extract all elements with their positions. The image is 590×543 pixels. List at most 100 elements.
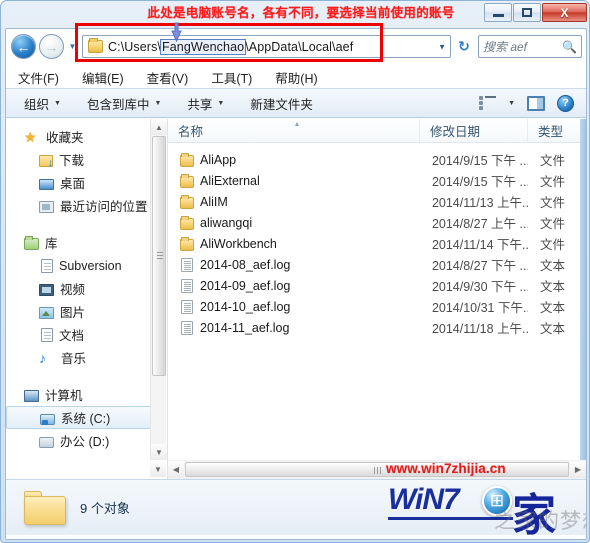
file-name: 2014-11_aef.log — [200, 320, 290, 335]
title-bar: 此处是电脑账号名，各有不同，要选择当前使用的账号 X — [1, 1, 590, 28]
search-icon: 🔍 — [562, 39, 577, 54]
table-row[interactable]: AliIM 2014/11/13 上午... 文件 — [168, 191, 586, 212]
sidebar-item-drive-d[interactable]: 办公 (D:) — [6, 429, 167, 452]
file-list-vertical-scrollbar[interactable] — [580, 119, 586, 460]
file-name: 2014-08_aef.log — [200, 257, 291, 272]
include-in-library-button[interactable]: 包含到库中 ▼ — [87, 94, 161, 113]
address-input[interactable]: C:\Users\ FangWenchao \AppData\Local\aef ▼ — [82, 35, 451, 58]
scroll-right-icon[interactable]: ▶ — [570, 461, 586, 478]
scroll-left-icon[interactable]: ◀ — [168, 461, 184, 478]
menu-item-file[interactable]: 文件(F) — [14, 66, 68, 89]
menu-item-view[interactable]: 查看(V) — [143, 66, 198, 89]
maximize-button[interactable] — [513, 3, 541, 22]
watermark-logo-text: WiN7 — [388, 483, 460, 516]
sidebar-item-label: 音乐 — [61, 352, 87, 366]
scroll-down-icon[interactable]: ▼ — [151, 444, 167, 460]
recent-places-icon — [39, 200, 54, 213]
preview-pane-icon[interactable] — [527, 95, 545, 111]
file-date-cell: 2014/11/14 下午... — [431, 238, 528, 252]
file-name: aliwangqi — [200, 215, 253, 230]
file-date-cell: 2014/9/15 下午 ... — [431, 175, 528, 189]
sidebar-item-desktop[interactable]: 桌面 — [6, 171, 167, 194]
table-row[interactable]: AliExternal 2014/9/15 下午 ... 文件 — [168, 170, 586, 191]
table-row[interactable]: 2014-09_aef.log 2014/9/30 下午 ... 文本 — [168, 275, 586, 296]
column-label: 名称 — [178, 125, 204, 139]
document-icon — [41, 259, 53, 273]
table-row[interactable]: AliWorkbench 2014/11/14 下午... 文件 — [168, 233, 586, 254]
file-name-cell[interactable]: 2014-10_aef.log — [168, 299, 420, 314]
folder-icon — [180, 152, 194, 167]
sidebar-item-documents[interactable]: 文档 — [6, 323, 167, 346]
share-button[interactable]: 共享 ▼ — [187, 94, 224, 113]
file-list-horizontal-scrollbar[interactable]: ◀ ▶ — [168, 460, 586, 479]
sidebar-item-drive-c[interactable]: 系统 (C:) — [6, 406, 159, 429]
scrollbar-thumb[interactable] — [185, 462, 569, 477]
table-row[interactable]: 2014-11_aef.log 2014/11/18 上午... 文本 — [168, 317, 586, 338]
navigation-pane-scroll-footer: ▼ — [6, 460, 168, 479]
libraries-group: 库 Subversion 视频 图片 文档 ♪ 音乐 — [6, 231, 167, 369]
view-list-icon[interactable] — [479, 96, 497, 110]
refresh-icon[interactable]: ↻ — [453, 35, 475, 58]
sidebar-item-label: 库 — [45, 237, 58, 251]
sidebar-item-subversion[interactable]: Subversion — [6, 254, 167, 277]
sidebar-item-favorites[interactable]: ★ 收藏夹 — [6, 125, 167, 148]
scroll-down-icon[interactable]: ▼ — [150, 461, 166, 477]
log-file-icon — [181, 321, 193, 335]
history-dropdown-icon[interactable]: ▼ — [65, 42, 80, 51]
minimize-button[interactable] — [484, 3, 512, 22]
watermark-logo: WiN7 ⊞ 家 之家的梦想 — [386, 479, 586, 535]
column-header-type[interactable]: 类型 — [528, 119, 586, 142]
organize-button[interactable]: 组织 ▼ — [24, 94, 61, 113]
annotation-account-name: 此处是电脑账号名，各有不同，要选择当前使用的账号 — [147, 6, 455, 20]
new-folder-button[interactable]: 新建文件夹 — [250, 94, 313, 113]
sidebar-item-label: 文档 — [59, 329, 85, 343]
favorites-group: ★ 收藏夹 下载 桌面 最近访问的位置 — [6, 125, 167, 217]
table-row[interactable]: aliwangqi 2014/8/27 上午 ... 文件 — [168, 212, 586, 233]
table-row[interactable]: 2014-10_aef.log 2014/10/31 下午... 文本 — [168, 296, 586, 317]
sidebar-item-downloads[interactable]: 下载 — [6, 148, 167, 171]
scrollbar-thumb[interactable] — [152, 136, 166, 376]
column-header-name[interactable]: ▲ 名称 — [168, 119, 420, 142]
organize-label: 组织 — [24, 97, 50, 112]
column-label: 类型 — [537, 125, 563, 139]
sidebar-item-pictures[interactable]: 图片 — [6, 300, 167, 323]
sidebar-item-music[interactable]: ♪ 音乐 — [6, 346, 167, 369]
file-name-cell[interactable]: aliwangqi — [168, 215, 420, 230]
menu-item-edit[interactable]: 编辑(E) — [78, 66, 133, 89]
file-name-cell[interactable]: AliApp — [168, 152, 420, 167]
sidebar-item-libraries[interactable]: 库 — [6, 231, 167, 254]
sidebar-item-computer[interactable]: 计算机 — [6, 383, 167, 406]
music-icon: ♪ — [39, 349, 46, 366]
sidebar-item-videos[interactable]: 视频 — [6, 277, 167, 300]
scroll-up-icon[interactable]: ▲ — [151, 119, 167, 135]
watermark-url: www.win7zhijia.cn — [386, 461, 506, 476]
file-name-cell[interactable]: 2014-09_aef.log — [168, 278, 420, 293]
file-name-cell[interactable]: AliWorkbench — [168, 236, 420, 251]
file-name-cell[interactable]: AliExternal — [168, 173, 420, 188]
forward-button[interactable]: → — [39, 34, 64, 59]
close-button[interactable]: X — [542, 3, 587, 22]
search-input[interactable]: 搜索 aef 🔍 — [478, 35, 582, 58]
navigation-pane-scrollbar[interactable]: ▲ ▼ — [150, 119, 167, 460]
file-date-cell: 2014/8/27 下午 ... — [431, 259, 528, 273]
table-row[interactable]: 2014-08_aef.log 2014/8/27 下午 ... 文本 — [168, 254, 586, 275]
menu-item-help[interactable]: 帮助(H) — [271, 66, 326, 89]
file-name-cell[interactable]: 2014-11_aef.log — [168, 320, 420, 335]
file-date-cell: 2014/10/31 下午... — [431, 301, 528, 315]
sidebar-item-recent-places[interactable]: 最近访问的位置 — [6, 194, 167, 217]
back-button[interactable]: ← — [11, 34, 36, 59]
chevron-down-icon[interactable]: ▼ — [508, 100, 515, 107]
chevron-down-icon: ▼ — [54, 99, 61, 107]
help-icon[interactable]: ? — [557, 94, 574, 112]
chevron-down-icon[interactable]: ▼ — [438, 42, 446, 51]
file-name-cell[interactable]: AliIM — [168, 194, 420, 209]
table-row[interactable]: AliApp 2014/9/15 下午 ... 文件 — [168, 149, 586, 170]
file-date-cell: 2014/11/13 上午... — [431, 196, 528, 210]
sort-ascending-icon: ▲ — [293, 121, 301, 128]
file-name-cell[interactable]: 2014-08_aef.log — [168, 257, 420, 272]
menu-item-tools[interactable]: 工具(T) — [207, 66, 261, 89]
column-header-date[interactable]: 修改日期 — [420, 119, 528, 142]
sidebar-item-label: 图片 — [60, 306, 86, 320]
include-in-library-label: 包含到库中 — [86, 97, 150, 112]
